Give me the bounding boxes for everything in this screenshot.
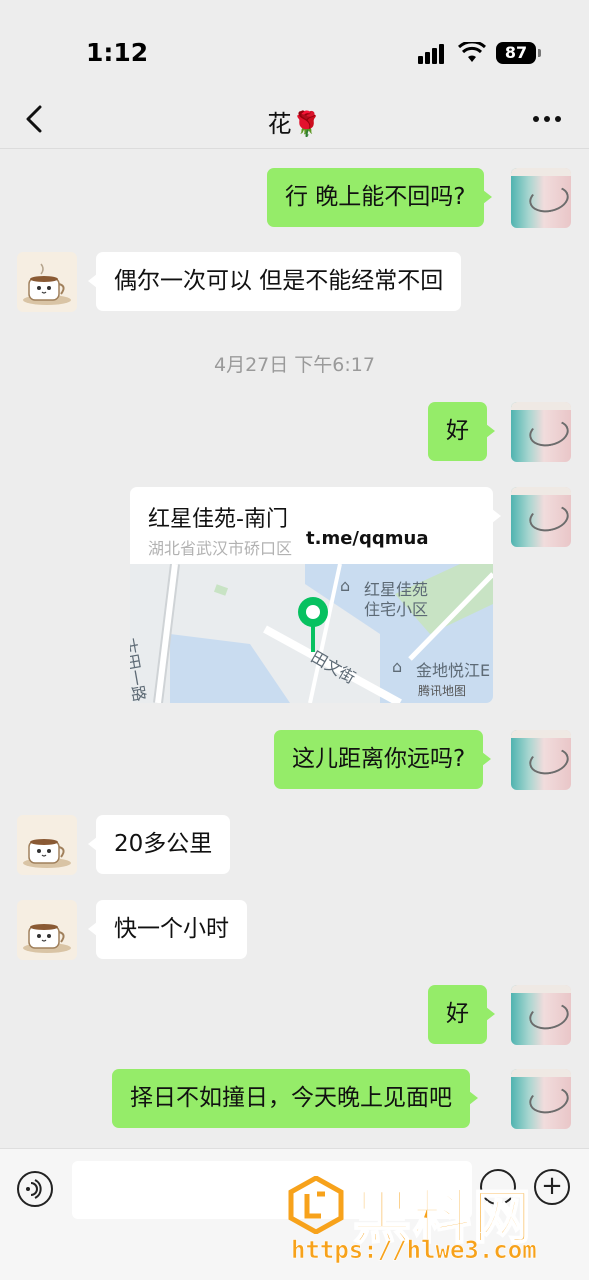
message-bubble-outgoing[interactable]: 好 — [428, 985, 495, 1044]
self-avatar[interactable] — [511, 168, 571, 228]
battery-indicator: 87 — [496, 42, 536, 64]
chat-title: 花🌹 — [267, 110, 322, 138]
chat-screen: 1:12 87 花🌹 行 晚上能不回吗? 偶尔一次可以 但是不能经常不回 4月2… — [0, 0, 589, 1280]
chat-header: 花🌹 — [0, 90, 589, 149]
location-card-tail — [492, 509, 501, 523]
wifi-icon — [458, 42, 486, 62]
message-bubble-outgoing[interactable]: 好 — [428, 402, 495, 461]
self-avatar[interactable] — [511, 985, 571, 1045]
message-bubble-outgoing[interactable]: 择日不如撞日，今天晚上见面吧 — [112, 1069, 478, 1128]
message-bubble-incoming[interactable]: 快一个小时 — [88, 900, 247, 959]
map-attribution: 腾讯地图 — [418, 684, 467, 698]
location-name: 红星佳苑-南门 — [148, 507, 288, 532]
message-timestamp: 4月27日 下午6:17 — [214, 354, 375, 376]
message-bubble-incoming[interactable]: 20多公里 — [87, 815, 231, 874]
cellular-signal-icon — [418, 42, 450, 64]
self-avatar[interactable] — [511, 730, 571, 790]
map-label-poi: 金地悦江E — [416, 661, 491, 680]
map-label-poi: 住宅小区 — [364, 600, 429, 619]
contact-avatar[interactable] — [17, 815, 77, 875]
overlay-watermark-text: t.me/qqmua — [306, 528, 429, 549]
map-poi-icon: ⌂ — [340, 576, 351, 595]
message-bubble-outgoing[interactable]: 行 晚上能不回吗? — [267, 168, 492, 227]
more-options-icon[interactable] — [532, 112, 562, 126]
status-bar: 1:12 87 — [0, 0, 589, 90]
voice-input-icon[interactable] — [17, 1171, 53, 1207]
location-map[interactable]: ⌂ 红星佳苑 住宅小区 田文街 古田一路 ⌂ 金地悦江E 腾讯地图 — [130, 564, 493, 703]
map-poi-icon: ⌂ — [392, 657, 403, 676]
message-bubble-incoming[interactable]: 偶尔一次可以 但是不能经常不回 — [87, 252, 462, 311]
watermark-emblem-icon — [288, 1176, 344, 1234]
contact-avatar[interactable] — [17, 900, 77, 960]
battery-tip — [538, 49, 541, 57]
status-time: 1:12 — [86, 38, 149, 67]
location-pin-icon — [298, 597, 328, 652]
watermark-logo: 黑料网 https://hlwe3.com — [287, 1170, 587, 1270]
self-avatar[interactable] — [511, 487, 571, 547]
self-avatar[interactable] — [511, 402, 571, 462]
location-card[interactable]: 红星佳苑-南门 湖北省武汉市硚口区 ⌂ 红星佳苑 住宅小区 田文街 古田一路 ⌂… — [130, 487, 493, 703]
contact-avatar[interactable] — [17, 252, 77, 312]
message-bubble-outgoing[interactable]: 这儿距离你远吗? — [274, 730, 492, 789]
self-avatar[interactable] — [511, 1069, 571, 1129]
watermark-url: https://hlwe3.com — [291, 1236, 537, 1265]
